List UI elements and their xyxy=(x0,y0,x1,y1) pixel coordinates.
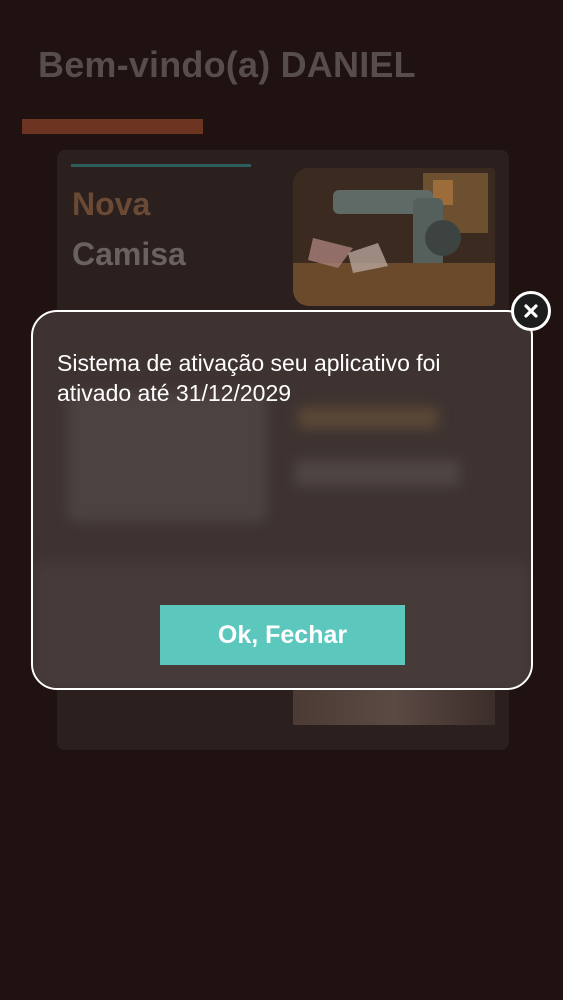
sewing-machine-image[interactable] xyxy=(293,168,495,306)
blurred-card-subtitle xyxy=(295,460,460,486)
blurred-card-image xyxy=(67,392,267,522)
title-underline xyxy=(22,119,203,134)
activation-dialog: Sistema de ativação seu aplicativo foi a… xyxy=(31,310,533,690)
dialog-message: Sistema de ativação seu aplicativo foi a… xyxy=(57,350,441,406)
welcome-title: Bem-vindo(a) DANIEL xyxy=(38,44,416,85)
card-accent-line xyxy=(71,164,251,167)
blurred-card-title xyxy=(298,407,438,429)
close-icon xyxy=(524,304,538,318)
card-title-line1: Nova xyxy=(72,186,151,222)
ok-close-button[interactable]: Ok, Fechar xyxy=(160,605,405,665)
card-title-line2: Camisa xyxy=(72,236,186,272)
close-dialog-button[interactable] xyxy=(511,291,551,331)
